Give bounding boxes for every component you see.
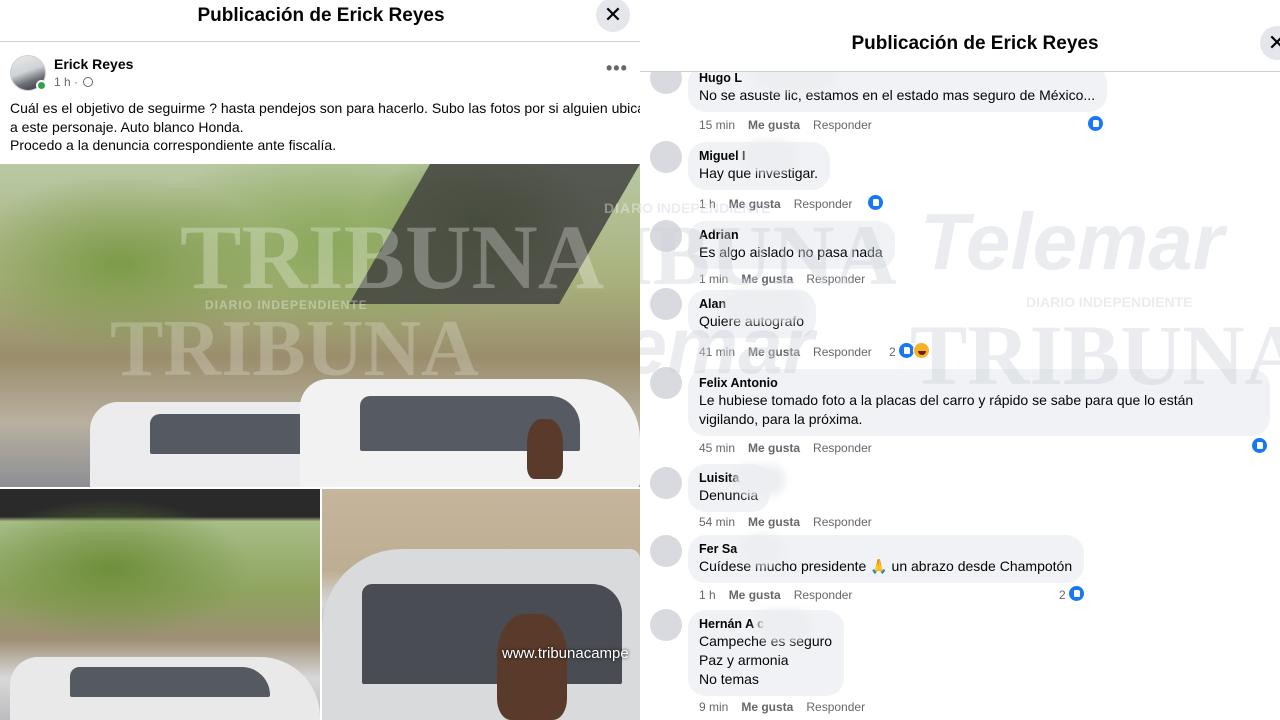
post-line: a este personaje. Auto blanco Honda.: [10, 118, 244, 135]
like-button[interactable]: Me gusta: [741, 700, 793, 714]
comment-avatar[interactable]: [650, 220, 682, 252]
comment-bubble: Felix Antonio Le hubiese tomado foto a l…: [688, 369, 1270, 436]
car-window: [362, 584, 622, 684]
like-reaction-icon[interactable]: [867, 194, 884, 211]
right-comments-panel: Publicación de Erick Reyes ✕ Hugo L No s…: [640, 0, 1280, 720]
comment-actions: 45 min Me gusta Responder: [699, 441, 885, 455]
post-photo-bottom-left[interactable]: [0, 489, 320, 720]
name-redaction: [748, 540, 776, 560]
comment-actions: 1 h Me gusta Responder: [699, 588, 865, 602]
post-time[interactable]: 1 h: [54, 75, 71, 89]
comment-text: Le hubiese tomado foto a la placas del c…: [699, 392, 1194, 408]
like-button[interactable]: Me gusta: [748, 118, 800, 132]
comment-text: vigilando, para la próxima.: [699, 411, 863, 427]
comment-bubble: Fer Sa Cuídese mucho presidente 🙏 un abr…: [688, 535, 1085, 583]
haha-reaction-icon[interactable]: [913, 342, 930, 359]
globe-icon: [83, 77, 94, 87]
like-button[interactable]: Me gusta: [729, 588, 781, 602]
watermark-subtitle: DIARIO INDEPENDIENTE: [205, 298, 368, 312]
comment-text: No temas: [699, 671, 759, 687]
watermark-tribuna: TRIBUNA: [110, 305, 479, 393]
more-options-button[interactable]: •••: [606, 58, 628, 79]
comment-actions: 41 min Me gusta Responder: [699, 345, 885, 359]
comment-time[interactable]: 1 h: [699, 197, 716, 211]
comment-text: No se asuste lic, estamos en el estado m…: [699, 87, 1096, 103]
comment-text: Es algo aislado no pasa nada: [699, 244, 883, 260]
comment-actions: 9 min Me gusta Responder: [699, 700, 878, 714]
comment-time[interactable]: 1 min: [699, 272, 728, 286]
online-status-icon: [36, 80, 47, 91]
meta-separator: ·: [74, 75, 79, 89]
comment-actions: 15 min Me gusta Responder: [699, 118, 885, 132]
modal-title: Publicación de Erick Reyes: [851, 33, 1099, 54]
post-line: Procedo a la denuncia correspondiente an…: [10, 137, 337, 153]
like-button[interactable]: Me gusta: [748, 345, 800, 359]
reply-button[interactable]: Responder: [813, 118, 872, 132]
close-icon[interactable]: ✕: [596, 0, 630, 32]
comment-time[interactable]: 15 min: [699, 118, 735, 132]
comment-time[interactable]: 1 h: [699, 588, 716, 602]
reply-button[interactable]: Responder: [813, 345, 872, 359]
driver-figure: [497, 614, 567, 720]
like-button[interactable]: Me gusta: [748, 441, 800, 455]
reply-button[interactable]: Responder: [813, 441, 872, 455]
comment-avatar[interactable]: [650, 467, 682, 499]
comment-actions: 1 h Me gusta Responder: [699, 197, 865, 211]
modal-header: Publicación de Erick Reyes ✕: [640, 0, 1280, 72]
comment-text: Paz y armonia: [699, 652, 789, 668]
modal-title: Publicación de Erick Reyes: [197, 5, 445, 26]
post-text: Cuál es el objetivo de seguirme ? hasta …: [10, 99, 640, 155]
post-photo-main[interactable]: TRIBUNA TRIBUNA DIARIO INDEPENDIENTE DIA…: [0, 164, 640, 487]
name-redaction: [730, 296, 800, 316]
watermark-tribuna: TRIBUNA: [180, 206, 605, 308]
like-button[interactable]: Me gusta: [729, 197, 781, 211]
comment-actions: 1 min Me gusta Responder: [699, 272, 878, 286]
reply-button[interactable]: Responder: [813, 515, 872, 529]
reply-button[interactable]: Responder: [794, 197, 853, 211]
like-reaction-icon[interactable]: [1251, 437, 1268, 454]
comment-text: Campeche es seguro: [699, 633, 833, 649]
comment-avatar[interactable]: [650, 535, 682, 567]
post-photo-bottom-right[interactable]: [322, 489, 640, 720]
like-button[interactable]: Me gusta: [741, 272, 793, 286]
comment-avatar[interactable]: [650, 609, 682, 641]
comment-actions: 54 min Me gusta Responder: [699, 515, 885, 529]
comment-author[interactable]: Felix Antonio: [699, 375, 1258, 391]
car-window: [70, 667, 270, 697]
post-meta: 1 h ·: [54, 75, 94, 89]
like-reaction-icon[interactable]: [1087, 115, 1104, 132]
comment-avatar[interactable]: [650, 141, 682, 173]
watermark-subtitle: DIARIO INDEPENDIENTE: [1026, 294, 1193, 310]
comment-avatar[interactable]: [650, 288, 682, 320]
reaction-count[interactable]: 2: [889, 345, 896, 359]
comment-author[interactable]: Adrian: [699, 227, 883, 243]
comment-author[interactable]: Hugo L: [699, 70, 1095, 86]
comment-time[interactable]: 54 min: [699, 515, 735, 529]
comment-time[interactable]: 9 min: [699, 700, 728, 714]
reply-button[interactable]: Responder: [794, 588, 853, 602]
comment-bubble: Hugo L No se asuste lic, estamos en el e…: [688, 65, 1108, 112]
comment-text: Cuídese mucho presidente 🙏 un abrazo des…: [699, 558, 1073, 574]
comment-time[interactable]: 45 min: [699, 441, 735, 455]
like-reaction-icon[interactable]: [1068, 585, 1085, 602]
left-post-panel: Publicación de Erick Reyes ✕ Erick Reyes…: [0, 0, 640, 720]
comment-avatar[interactable]: [650, 367, 682, 399]
name-redaction: [740, 470, 780, 490]
reply-button[interactable]: Responder: [806, 272, 865, 286]
watermark-telemar: Telemar: [920, 197, 1224, 286]
comment-bubble: Adrian Es algo aislado no pasa nada: [688, 221, 895, 269]
photo-credit: www.tribunacampe: [502, 645, 629, 662]
post-line: Cuál es el objetivo de seguirme ? hasta …: [10, 100, 640, 116]
driver-figure: [527, 419, 563, 479]
comment-time[interactable]: 41 min: [699, 345, 735, 359]
reply-button[interactable]: Responder: [806, 700, 865, 714]
watermark-subtitle: DIARIO INDEPENDIENTE: [604, 200, 640, 216]
modal-header: Publicación de Erick Reyes ✕: [0, 0, 640, 42]
like-button[interactable]: Me gusta: [748, 515, 800, 529]
name-redaction: [750, 146, 790, 166]
reaction-count[interactable]: 2: [1059, 588, 1066, 602]
post-author[interactable]: Erick Reyes: [54, 56, 133, 72]
name-redaction: [762, 615, 804, 635]
comment-text: Hay que investigar.: [699, 165, 819, 181]
